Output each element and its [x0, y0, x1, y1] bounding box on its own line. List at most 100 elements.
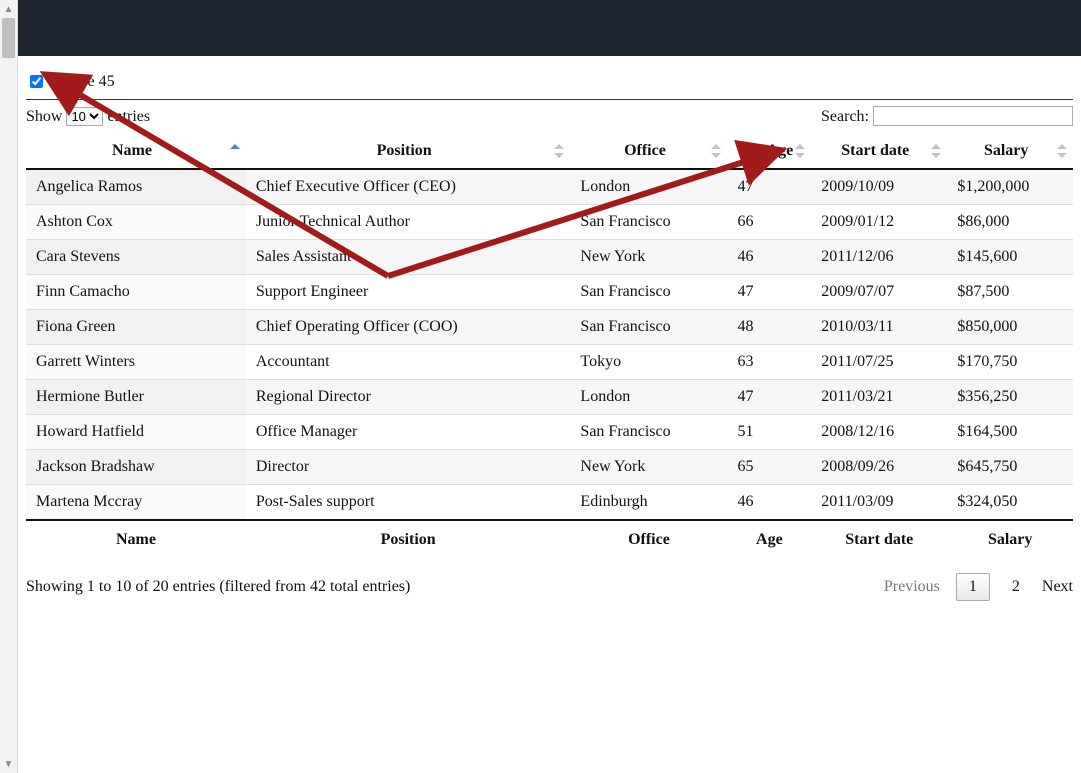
- sort-icon: [795, 144, 805, 158]
- cell-start: 2011/07/25: [811, 345, 947, 380]
- page-length-select[interactable]: 10: [66, 107, 103, 126]
- cell-position: Post-Sales support: [246, 485, 571, 521]
- cell-salary: $87,500: [947, 275, 1073, 310]
- length-suffix: entries: [107, 108, 150, 125]
- top-nav-bar: [18, 0, 1081, 56]
- foot-salary: Salary: [947, 520, 1073, 559]
- cell-office: Edinburgh: [570, 485, 727, 521]
- page-previous[interactable]: Previous: [884, 578, 940, 596]
- table-footer-row: Name Position Office Age Start date Sala…: [26, 520, 1073, 559]
- cell-position: Accountant: [246, 345, 571, 380]
- cell-age: 46: [727, 240, 811, 275]
- cell-position: Chief Operating Officer (COO): [246, 310, 571, 345]
- col-label: Name: [112, 142, 152, 159]
- cell-start: 2009/07/07: [811, 275, 947, 310]
- cell-age: 51: [727, 415, 811, 450]
- search-label: Search:: [821, 108, 869, 125]
- cell-office: San Francisco: [570, 415, 727, 450]
- cell-start: 2010/03/11: [811, 310, 947, 345]
- cell-age: 47: [727, 380, 811, 415]
- scroll-track[interactable]: [0, 18, 17, 755]
- cell-office: Tokyo: [570, 345, 727, 380]
- cell-name: Fiona Green: [26, 310, 246, 345]
- cell-office: London: [570, 380, 727, 415]
- cell-salary: $645,750: [947, 450, 1073, 485]
- cell-name: Finn Camacho: [26, 275, 246, 310]
- cell-name: Cara Stevens: [26, 240, 246, 275]
- col-header-salary[interactable]: Salary: [947, 134, 1073, 169]
- cell-position: Support Engineer: [246, 275, 571, 310]
- col-label: Age: [767, 142, 794, 159]
- simulated-scrollbar[interactable]: ▲ ▼: [0, 0, 18, 773]
- cell-name: Angelica Ramos: [26, 169, 246, 205]
- search-input[interactable]: [873, 106, 1073, 126]
- cell-age: 65: [727, 450, 811, 485]
- col-label: Start date: [841, 142, 909, 159]
- cell-start: 2009/01/12: [811, 205, 947, 240]
- sort-icon: [554, 144, 564, 158]
- cell-age: 47: [727, 275, 811, 310]
- cell-salary: $170,750: [947, 345, 1073, 380]
- cell-age: 47: [727, 169, 811, 205]
- sort-asc-icon: [230, 144, 240, 158]
- cell-name: Martena Mccray: [26, 485, 246, 521]
- cell-position: Director: [246, 450, 571, 485]
- foot-office: Office: [570, 520, 727, 559]
- cell-age: 48: [727, 310, 811, 345]
- foot-position: Position: [246, 520, 571, 559]
- cell-salary: $850,000: [947, 310, 1073, 345]
- cell-start: 2008/12/16: [811, 415, 947, 450]
- col-header-office[interactable]: Office: [570, 134, 727, 169]
- table-row: Fiona GreenChief Operating Officer (COO)…: [26, 310, 1073, 345]
- cell-name: Jackson Bradshaw: [26, 450, 246, 485]
- cell-position: Sales Assistant: [246, 240, 571, 275]
- cell-salary: $145,600: [947, 240, 1073, 275]
- cell-position: Chief Executive Officer (CEO): [246, 169, 571, 205]
- table-row: Hermione ButlerRegional DirectorLondon47…: [26, 380, 1073, 415]
- table-row: Howard HatfieldOffice ManagerSan Francis…: [26, 415, 1073, 450]
- cell-position: Junior Technical Author: [246, 205, 571, 240]
- cell-office: London: [570, 169, 727, 205]
- cell-start: 2009/10/09: [811, 169, 947, 205]
- cell-office: San Francisco: [570, 275, 727, 310]
- table-row: Jackson BradshawDirectorNew York652008/0…: [26, 450, 1073, 485]
- cell-name: Hermione Butler: [26, 380, 246, 415]
- above-45-checkbox[interactable]: [30, 75, 43, 88]
- table-row: Cara StevensSales AssistantNew York46201…: [26, 240, 1073, 275]
- above-45-label[interactable]: Above 45: [52, 73, 115, 91]
- col-header-name[interactable]: Name: [26, 134, 246, 169]
- cell-office: San Francisco: [570, 205, 727, 240]
- scroll-down-icon[interactable]: ▼: [0, 755, 17, 773]
- foot-name: Name: [26, 520, 246, 559]
- table-info-text: Showing 1 to 10 of 20 entries (filtered …: [26, 578, 410, 596]
- table-row: Martena MccrayPost-Sales supportEdinburg…: [26, 485, 1073, 521]
- cell-salary: $164,500: [947, 415, 1073, 450]
- col-header-start-date[interactable]: Start date: [811, 134, 947, 169]
- cell-age: 66: [727, 205, 811, 240]
- cell-start: 2011/03/09: [811, 485, 947, 521]
- pagination: Previous 1 2 Next: [884, 573, 1073, 601]
- cell-start: 2008/09/26: [811, 450, 947, 485]
- scroll-thumb[interactable]: [2, 18, 15, 58]
- table-row: Ashton CoxJunior Technical AuthorSan Fra…: [26, 205, 1073, 240]
- cell-salary: $1,200,000: [947, 169, 1073, 205]
- page-next[interactable]: Next: [1042, 578, 1073, 596]
- cell-office: New York: [570, 450, 727, 485]
- page-2[interactable]: 2: [1006, 574, 1026, 600]
- col-header-position[interactable]: Position: [246, 134, 571, 169]
- scroll-up-icon[interactable]: ▲: [0, 0, 17, 18]
- col-header-age[interactable]: Age: [727, 134, 811, 169]
- col-label: Office: [624, 142, 666, 159]
- table-header-row: Name Position Office Age: [26, 134, 1073, 169]
- table-row: Finn CamachoSupport EngineerSan Francisc…: [26, 275, 1073, 310]
- length-prefix: Show: [26, 108, 62, 125]
- cell-position: Regional Director: [246, 380, 571, 415]
- cell-office: San Francisco: [570, 310, 727, 345]
- cell-name: Ashton Cox: [26, 205, 246, 240]
- sort-icon: [931, 144, 941, 158]
- table-row: Garrett WintersAccountantTokyo632011/07/…: [26, 345, 1073, 380]
- cell-salary: $86,000: [947, 205, 1073, 240]
- cell-age: 63: [727, 345, 811, 380]
- cell-position: Office Manager: [246, 415, 571, 450]
- page-current[interactable]: 1: [956, 573, 990, 601]
